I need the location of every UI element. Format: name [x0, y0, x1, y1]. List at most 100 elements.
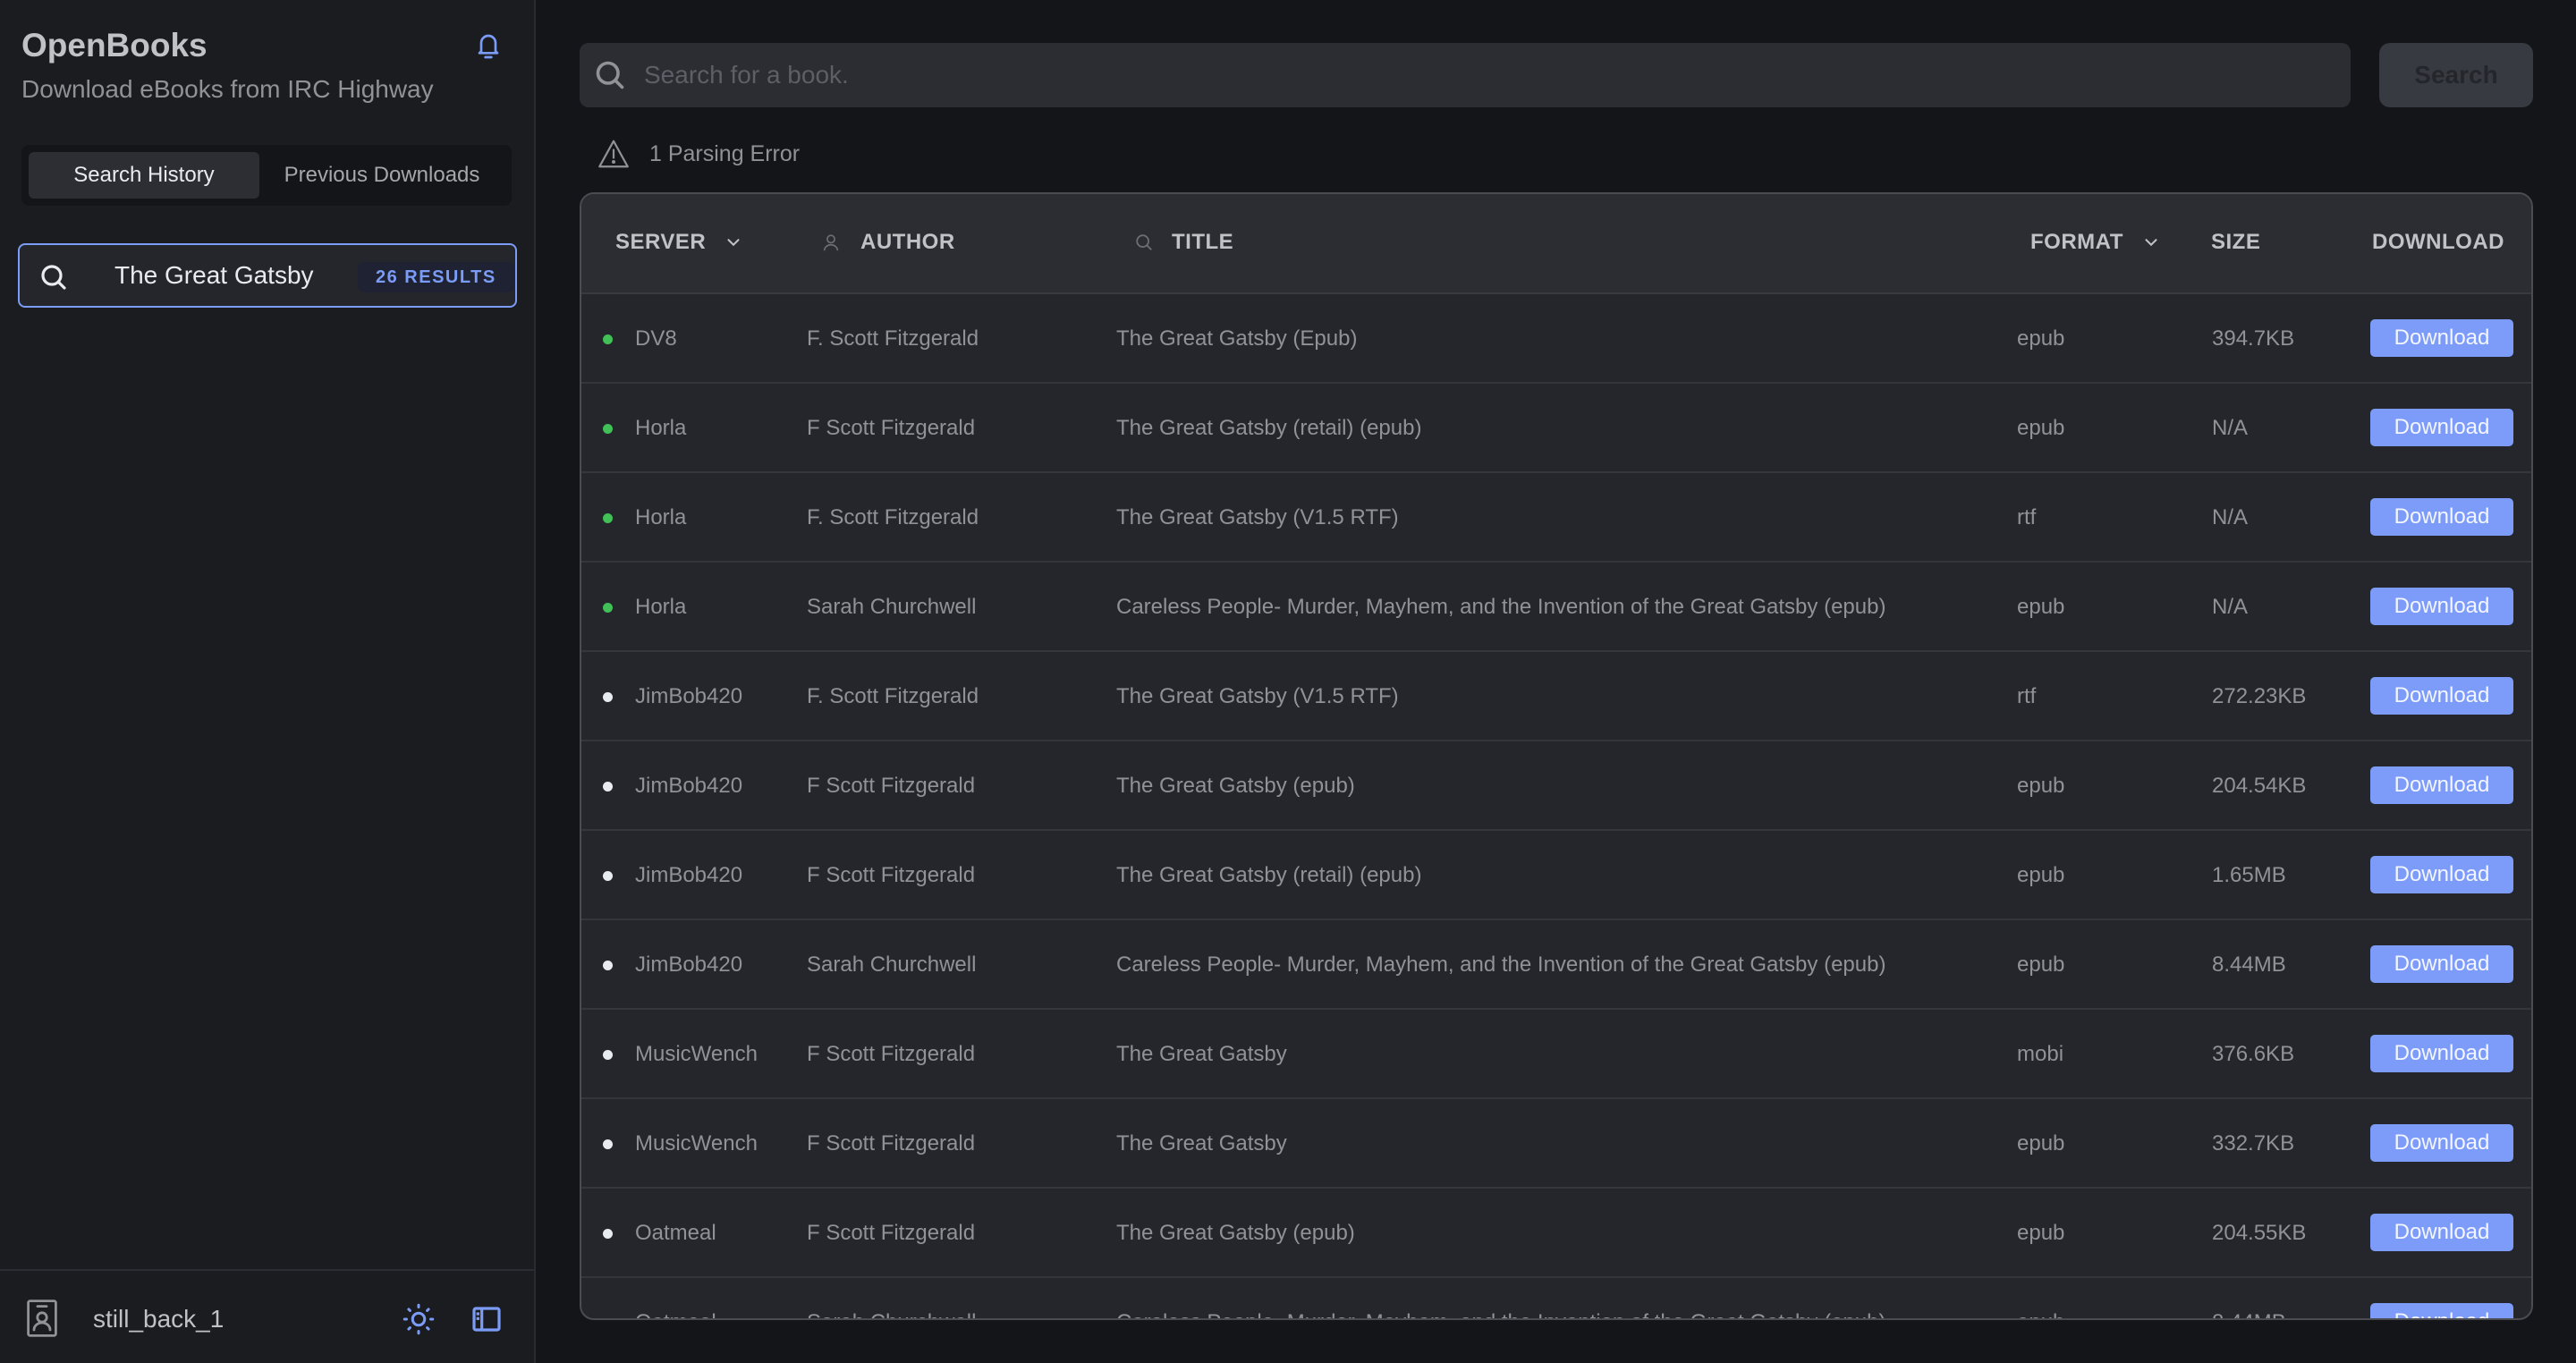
- column-header-server[interactable]: SERVER: [615, 230, 743, 255]
- cell-size: 8.44MB: [2212, 952, 2286, 977]
- cell-server: JimBob420: [635, 774, 743, 798]
- column-header-author[interactable]: AUTHOR: [821, 230, 955, 255]
- search-history-item[interactable]: The Great Gatsby 26 RESULTS: [18, 243, 517, 308]
- app-title: OpenBooks: [21, 27, 208, 63]
- cell-author: Sarah Churchwell: [807, 595, 977, 619]
- cell-title: The Great Gatsby (retail) (epub): [1116, 416, 1422, 440]
- cell-format: rtf: [2017, 505, 2037, 529]
- cell-server: JimBob420: [635, 684, 743, 708]
- cell-title: Careless People- Murder, Mayhem, and the…: [1116, 952, 1886, 977]
- download-button[interactable]: Download: [2370, 766, 2513, 804]
- cell-author: F. Scott Fitzgerald: [807, 505, 979, 529]
- cell-format: mobi: [2017, 1042, 2064, 1066]
- chevron-down-icon: [2145, 239, 2157, 247]
- cell-title: The Great Gatsby: [1116, 1131, 1287, 1156]
- cell-server: MusicWench: [635, 1042, 758, 1066]
- cell-server: Oatmeal: [635, 1221, 716, 1245]
- server-status-dot: [603, 603, 613, 613]
- sidebar-footer: still_back_1: [0, 1269, 534, 1363]
- search-icon: [41, 265, 66, 290]
- cell-server: Horla: [635, 595, 687, 619]
- cell-format: epub: [2017, 1310, 2064, 1318]
- cell-size: 272.23KB: [2212, 684, 2307, 708]
- download-button[interactable]: Download: [2370, 498, 2513, 536]
- sidebar-toggle-icon[interactable]: [472, 1307, 501, 1332]
- cell-format: epub: [2017, 1221, 2065, 1245]
- format-header-label: FORMAT: [2030, 230, 2123, 254]
- cell-title: Careless People- Murder, Mayhem, and the…: [1116, 1310, 1885, 1318]
- cell-server: Oatmeal: [635, 1310, 716, 1318]
- cell-format: epub: [2017, 774, 2065, 798]
- download-button[interactable]: Download: [2370, 677, 2513, 715]
- search-icon: [1136, 234, 1152, 250]
- cell-title: The Great Gatsby (V1.5 RTF): [1116, 684, 1399, 708]
- cell-title: The Great Gatsby (epub): [1116, 774, 1355, 798]
- download-button[interactable]: Download: [2370, 588, 2513, 625]
- download-button[interactable]: Download: [2370, 856, 2513, 893]
- cell-format: epub: [2017, 952, 2065, 977]
- cell-format: rtf: [2017, 684, 2037, 708]
- search-bar: [580, 43, 2351, 107]
- title-header-label: TITLE: [1172, 230, 1234, 254]
- server-status-dot: [603, 871, 613, 881]
- user-icon: [823, 234, 839, 251]
- cell-size: 394.7KB: [2212, 326, 2295, 351]
- download-button[interactable]: Download: [2370, 1124, 2513, 1162]
- column-header-size: SIZE: [2211, 230, 2261, 254]
- tab-search-history[interactable]: Search History: [29, 152, 259, 199]
- download-button[interactable]: Download: [2370, 409, 2513, 446]
- parsing-error-text: 1 Parsing Error: [649, 140, 801, 166]
- app: OpenBooks Download eBooks from IRC Highw…: [0, 0, 2576, 1363]
- column-header-title[interactable]: TITLE: [1134, 230, 1233, 255]
- table-header: SERVER AUTHOR TITLE FORMAT SIZE DOWNLOAD: [581, 194, 2531, 294]
- username: still_back_1: [93, 1305, 225, 1333]
- cell-author: F. Scott Fitzgerald: [807, 326, 979, 351]
- table-row: Horla F. Scott Fitzgerald The Great Gats…: [581, 473, 2531, 563]
- cell-format: epub: [2017, 595, 2065, 619]
- cell-author: F Scott Fitzgerald: [807, 1042, 976, 1066]
- table-row: MusicWench F Scott Fitzgerald The Great …: [581, 1099, 2531, 1189]
- results-count-badge: 26 RESULTS: [358, 262, 514, 292]
- cell-author: F. Scott Fitzgerald: [807, 684, 979, 708]
- parsing-error-notice[interactable]: 1 Parsing Error: [597, 139, 800, 169]
- server-status-dot: [603, 692, 613, 702]
- table-body: DV8 F. Scott Fitzgerald The Great Gatsby…: [581, 294, 2531, 1318]
- cell-size: N/A: [2212, 505, 2249, 529]
- chevron-down-icon: [727, 239, 740, 247]
- cell-format: epub: [2017, 863, 2065, 887]
- table-row: MusicWench F Scott Fitzgerald The Great …: [581, 1010, 2531, 1099]
- server-status-dot: [603, 1229, 613, 1239]
- cell-author: Sarah Churchwell: [807, 952, 977, 977]
- download-button[interactable]: Download: [2370, 1214, 2513, 1251]
- cell-server: JimBob420: [635, 952, 743, 977]
- cell-server: JimBob420: [635, 863, 743, 887]
- search-button[interactable]: Search: [2379, 43, 2533, 107]
- column-header-format[interactable]: FORMAT: [2030, 230, 2161, 255]
- download-button[interactable]: Download: [2370, 319, 2513, 357]
- cell-title: The Great Gatsby (retail) (epub): [1116, 863, 1422, 887]
- server-status-dot: [603, 424, 613, 434]
- cell-format: epub: [2017, 416, 2065, 440]
- author-header-label: AUTHOR: [860, 230, 955, 254]
- user-badge-icon: [27, 1300, 57, 1337]
- table-row: JimBob420 F. Scott Fitzgerald The Great …: [581, 652, 2531, 741]
- bell-icon[interactable]: [474, 32, 503, 61]
- column-header-download: DOWNLOAD: [2372, 230, 2504, 254]
- server-status-dot: [603, 961, 613, 970]
- server-status-dot: [603, 513, 613, 523]
- table-row: JimBob420 F Scott Fitzgerald The Great G…: [581, 831, 2531, 920]
- download-button[interactable]: Download: [2370, 1303, 2513, 1318]
- cell-title: The Great Gatsby (epub): [1116, 1221, 1355, 1245]
- download-button[interactable]: Download: [2370, 945, 2513, 983]
- cell-server: MusicWench: [635, 1131, 758, 1156]
- sun-icon[interactable]: [402, 1303, 435, 1335]
- sidebar: OpenBooks Download eBooks from IRC Highw…: [0, 0, 536, 1363]
- table-row: Oatmeal Sarah Churchwell Careless People…: [581, 1278, 2531, 1318]
- cell-size: N/A: [2212, 416, 2249, 440]
- tab-previous-downloads[interactable]: Previous Downloads: [259, 152, 504, 199]
- download-button[interactable]: Download: [2370, 1035, 2513, 1072]
- sidebar-tabs: Search History Previous Downloads: [21, 145, 512, 206]
- book-search-input[interactable]: [644, 43, 2334, 107]
- cell-size: N/A: [2212, 595, 2249, 619]
- cell-author: F Scott Fitzgerald: [807, 863, 976, 887]
